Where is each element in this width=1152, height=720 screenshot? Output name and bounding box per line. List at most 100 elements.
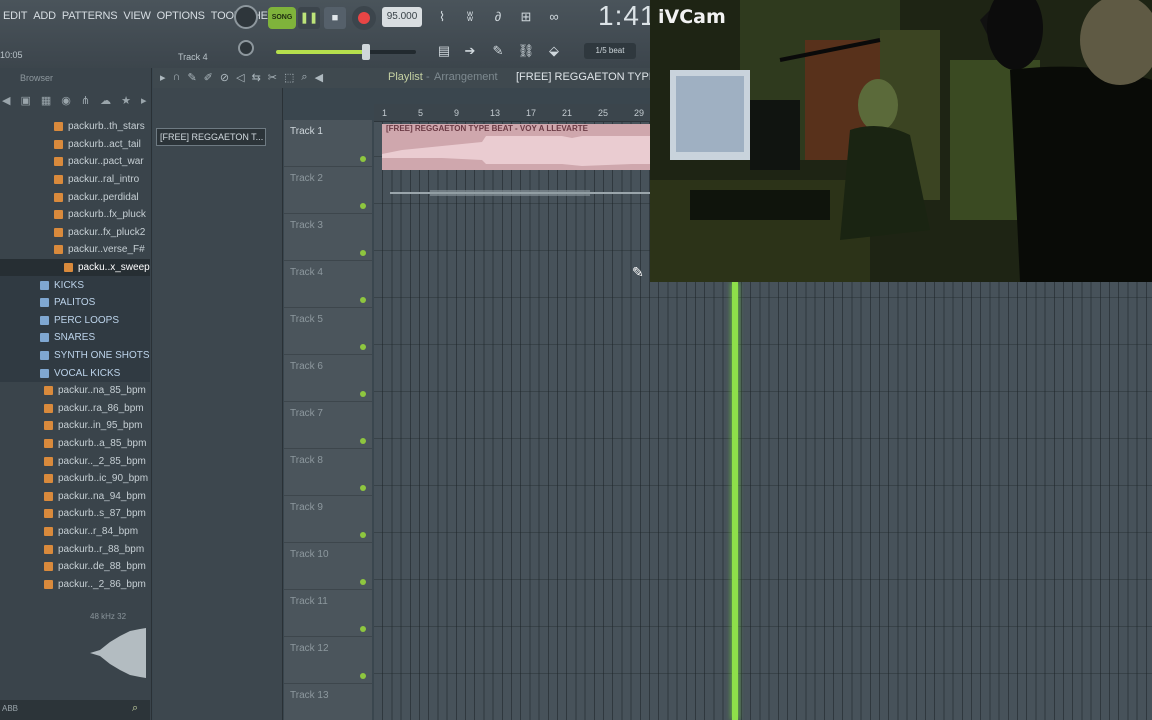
- track-enable-led[interactable]: [360, 626, 366, 632]
- pencil-tool-icon[interactable]: ✎: [187, 71, 196, 84]
- pause-button[interactable]: ❚❚: [298, 7, 320, 29]
- track-enable-led[interactable]: [360, 485, 366, 491]
- link-icon[interactable]: ⛓: [514, 40, 538, 62]
- zoom-tool-icon[interactable]: ⌕: [301, 71, 307, 84]
- browser-folder[interactable]: KICKS: [0, 276, 150, 294]
- mute-tool-icon[interactable]: ◁: [236, 71, 244, 84]
- menu-arrow-icon[interactable]: ▸: [160, 71, 166, 84]
- pencil-icon[interactable]: ✎: [486, 40, 510, 62]
- browser-file[interactable]: packur..verse_F#: [0, 241, 150, 259]
- browser-file[interactable]: packur.._2_86_bpm: [0, 575, 150, 593]
- browser-file[interactable]: packur..ra_86_bpm: [0, 400, 150, 418]
- browser-file[interactable]: packur..na_94_bpm: [0, 487, 150, 505]
- track-enable-led[interactable]: [360, 156, 366, 162]
- menu-options[interactable]: OPTIONS: [154, 10, 208, 26]
- browser-file[interactable]: packurb..ic_90_bpm: [0, 470, 150, 488]
- browser-file[interactable]: packur.._2_85_bpm: [0, 452, 150, 470]
- browser-file[interactable]: packur..in_95_bpm: [0, 417, 150, 435]
- track-header[interactable]: Track 12: [284, 637, 372, 684]
- track-enable-led[interactable]: [360, 203, 366, 209]
- browser-file[interactable]: packurb..th_stars: [0, 118, 150, 136]
- hierarchy-icon[interactable]: ⋔: [81, 94, 90, 112]
- track-header[interactable]: Track 2: [284, 167, 372, 214]
- arrow-icon[interactable]: ▸: [141, 94, 147, 112]
- track-enable-led[interactable]: [360, 250, 366, 256]
- track-enable-led[interactable]: [360, 344, 366, 350]
- search-icon[interactable]: ⌕: [132, 702, 138, 715]
- typing-keyboard-icon[interactable]: ʬ: [458, 6, 482, 28]
- browser-folder[interactable]: SNARES: [0, 329, 150, 347]
- track-header[interactable]: Track 10: [284, 543, 372, 590]
- browser-folder[interactable]: VOCAL KICKS: [0, 364, 150, 382]
- track-enable-led[interactable]: [360, 297, 366, 303]
- playback-tool-icon[interactable]: ◀: [315, 71, 323, 84]
- file-icon[interactable]: ▣: [20, 94, 30, 112]
- menu-patterns[interactable]: PATTERNS: [59, 10, 120, 26]
- track-header[interactable]: Track 4: [284, 261, 372, 308]
- browser-file[interactable]: packur..pact_war: [0, 153, 150, 171]
- plugin-db-icon[interactable]: ◉: [61, 94, 71, 112]
- arrow-right-icon[interactable]: ➔: [458, 40, 482, 62]
- star-icon[interactable]: ★: [121, 94, 131, 112]
- audio-clip-track2[interactable]: [390, 178, 652, 208]
- browser-file[interactable]: packurb..fx_pluck: [0, 206, 150, 224]
- track-enable-led[interactable]: [360, 391, 366, 397]
- slice-tool-icon[interactable]: ✂: [268, 71, 277, 84]
- countdown-icon[interactable]: ∂: [486, 6, 510, 28]
- track-enable-led[interactable]: [360, 673, 366, 679]
- cloud-icon[interactable]: ☁: [100, 94, 111, 112]
- wave-icon[interactable]: ⌇: [430, 6, 454, 28]
- stop-button[interactable]: ■: [324, 7, 346, 29]
- snap-selector[interactable]: 1/5 beat: [584, 43, 636, 59]
- track-header[interactable]: Track 3: [284, 214, 372, 261]
- browser-file[interactable]: packurb..a_85_bpm: [0, 435, 150, 453]
- master-volume-handle[interactable]: [362, 44, 370, 60]
- track-enable-led[interactable]: [360, 438, 366, 444]
- track-header[interactable]: Track 5: [284, 308, 372, 355]
- select-tool-icon[interactable]: ⬚: [284, 71, 294, 84]
- folder-icon[interactable]: ▦: [41, 94, 51, 112]
- paint-tool-icon[interactable]: ✐: [204, 71, 213, 84]
- picker-audio-clip[interactable]: [FREE] REGGAETON T...: [156, 128, 266, 146]
- track-header[interactable]: Track 11: [284, 590, 372, 637]
- browser-folder[interactable]: PERC LOOPS: [0, 311, 150, 330]
- menu-view[interactable]: VIEW: [120, 10, 153, 26]
- browser-file[interactable]: packur..perdidal: [0, 188, 150, 206]
- arrangement-selector[interactable]: Arrangement: [434, 71, 498, 83]
- browser-folder[interactable]: PALITOS: [0, 293, 150, 312]
- browser-file[interactable]: packurb..s_87_bpm: [0, 505, 150, 523]
- loop-record-icon[interactable]: ∞: [542, 6, 566, 28]
- browser-file[interactable]: packurb..act_tail: [0, 136, 150, 154]
- browser-file[interactable]: packur..na_85_bpm: [0, 382, 150, 400]
- playhead[interactable]: [732, 282, 738, 720]
- menu-add[interactable]: ADD: [30, 10, 59, 26]
- track-header[interactable]: Track 9: [284, 496, 372, 543]
- browser-folder[interactable]: SYNTH ONE SHOTS: [0, 346, 150, 365]
- step-edit-icon[interactable]: ⊞: [514, 6, 538, 28]
- track-header[interactable]: Track 6: [284, 355, 372, 402]
- slip-tool-icon[interactable]: ⇆: [252, 71, 261, 84]
- pattern-song-toggle[interactable]: SONG: [268, 7, 296, 29]
- browser-file[interactable]: packur..ral_intro: [0, 171, 150, 189]
- track-header[interactable]: Track 7: [284, 402, 372, 449]
- menu-edit[interactable]: EDIT: [0, 10, 30, 26]
- browser-file[interactable]: packu..x_sweep: [0, 258, 150, 277]
- track-enable-led[interactable]: [360, 579, 366, 585]
- piano-roll-icon[interactable]: ▤: [432, 40, 456, 62]
- browser-file[interactable]: packurb..r_88_bpm: [0, 540, 150, 558]
- record-button[interactable]: [352, 6, 376, 30]
- track-header[interactable]: Track 8: [284, 449, 372, 496]
- track-header[interactable]: Track 13: [284, 684, 372, 720]
- master-volume-knob[interactable]: [234, 5, 258, 29]
- back-icon[interactable]: ◀: [2, 94, 10, 112]
- track-enable-led[interactable]: [360, 532, 366, 538]
- tempo-display[interactable]: 95.000: [382, 7, 422, 27]
- browser-file[interactable]: packur..fx_pluck2: [0, 224, 150, 242]
- browser-file[interactable]: packur..de_88_bpm: [0, 558, 150, 576]
- browser-file[interactable]: packur..r_84_bpm: [0, 523, 150, 541]
- track-header[interactable]: Track 1: [284, 120, 372, 167]
- master-pitch-knob[interactable]: [238, 40, 254, 56]
- plugin-icon[interactable]: ⬙: [542, 40, 566, 62]
- magnet-icon[interactable]: ∩: [173, 71, 181, 84]
- delete-tool-icon[interactable]: ⊘: [220, 71, 229, 84]
